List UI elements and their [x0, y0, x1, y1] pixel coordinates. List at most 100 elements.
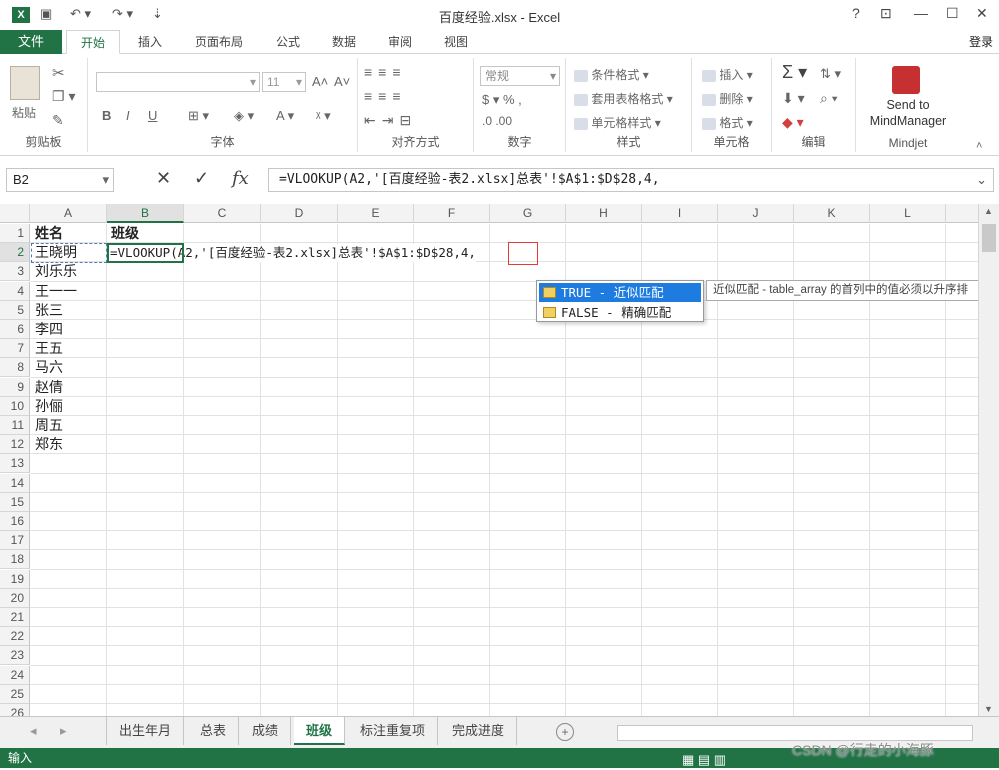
tab-page-layout[interactable]: 页面布局 [186, 30, 252, 54]
column-header-d[interactable]: D [261, 204, 338, 223]
select-all-corner[interactable] [0, 204, 30, 223]
row-header-5[interactable]: 5 [0, 300, 30, 320]
sheet-tab-birth[interactable]: 出生年月 [106, 717, 185, 745]
mindmanager-icon[interactable] [892, 66, 920, 94]
font-size-select[interactable]: 11 ▾ [262, 72, 306, 92]
row-header-1[interactable]: 1 [0, 224, 30, 243]
phonetic-icon[interactable]: ᵡ ▾ [316, 108, 331, 124]
scroll-up-icon[interactable]: ▲ [984, 206, 993, 216]
column-header-c[interactable]: C [184, 204, 261, 223]
autosum-icon[interactable]: Σ ▾ [782, 62, 807, 83]
row-header-7[interactable]: 7 [0, 339, 30, 359]
row-header-8[interactable]: 8 [0, 358, 30, 378]
file-tab[interactable]: 文件 [0, 30, 62, 54]
insert-function-icon[interactable]: fx [232, 168, 249, 189]
formula-input[interactable]: =VLOOKUP(A2,'[百度经验-表2.xlsx]总表'!$A$1:$D$2… [268, 168, 994, 192]
column-header-i[interactable]: I [642, 204, 718, 223]
vertical-scrollbar[interactable]: ▲ ▼ [978, 204, 999, 716]
row-header-21[interactable]: 21 [0, 608, 30, 627]
sort-filter-icon[interactable]: ⇅ ▾ [820, 66, 841, 82]
format-cells-button[interactable]: 格式 ▾ [702, 114, 753, 131]
tab-formulas[interactable]: 公式 [266, 30, 310, 54]
font-name-select[interactable]: ▾ [96, 72, 260, 92]
autocomplete-option-true[interactable]: TRUE - 近似匹配 [539, 283, 701, 302]
row-header-16[interactable]: 16 [0, 512, 30, 531]
row-header-26[interactable]: 26 [0, 704, 30, 716]
borders-icon[interactable]: ⊞ ▾ [188, 108, 209, 124]
paste-icon[interactable] [10, 66, 40, 100]
expand-formula-icon[interactable]: ⌄ [976, 169, 987, 191]
fill-color-icon[interactable]: ◈ ▾ [234, 108, 254, 124]
column-header-h[interactable]: H [566, 204, 642, 223]
insert-cells-button[interactable]: 插入 ▾ [702, 66, 753, 83]
name-cell[interactable]: 王一一 [32, 282, 77, 301]
row-header-10[interactable]: 10 [0, 396, 30, 416]
row-header-19[interactable]: 19 [0, 569, 30, 589]
scroll-down-icon[interactable]: ▼ [984, 704, 993, 714]
find-select-icon[interactable]: ⌕ ▾ [820, 90, 838, 107]
name-cell[interactable]: 刘乐乐 [32, 262, 77, 281]
name-cell[interactable]: 马六 [32, 358, 63, 377]
row-header-22[interactable]: 22 [0, 627, 30, 647]
tab-review[interactable]: 审阅 [378, 30, 422, 54]
scroll-thumb[interactable] [982, 224, 996, 252]
row-header-18[interactable]: 18 [0, 550, 30, 570]
shrink-font-button[interactable]: A˅ [334, 74, 350, 89]
column-header-b[interactable]: B [107, 204, 184, 223]
vertical-align-icons[interactable]: ≡≡≡ [364, 64, 407, 80]
grow-font-button[interactable]: A˄ [312, 74, 328, 89]
add-sheet-button[interactable]: + [556, 723, 574, 741]
tab-view[interactable]: 视图 [434, 30, 478, 54]
number-format-select[interactable]: 常规 ▾ [480, 66, 560, 86]
enter-icon[interactable]: ✓ [194, 168, 209, 189]
decimal-icons[interactable]: .0 .00 [482, 114, 512, 128]
name-cell[interactable]: 李四 [32, 320, 63, 339]
send-to-label[interactable]: Send to [856, 98, 960, 112]
login-link[interactable]: 登录 [969, 30, 993, 54]
paste-label[interactable]: 粘贴 [12, 104, 36, 121]
column-header-l[interactable]: L [870, 204, 946, 223]
cut-icon[interactable]: ✂ [52, 64, 65, 82]
font-color-icon[interactable]: A ▾ [276, 108, 294, 124]
row-header-11[interactable]: 11 [0, 416, 30, 435]
sheet-tab-class[interactable]: 班级 [294, 717, 346, 745]
next-sheet-icon[interactable]: ▸ [60, 723, 67, 739]
row-header-23[interactable]: 23 [0, 646, 30, 666]
minimize-button[interactable]: — [914, 5, 928, 21]
name-cell[interactable]: 周五 [32, 416, 63, 435]
fill-icon[interactable]: ⬇ ▾ [782, 90, 805, 107]
row-header-9[interactable]: 9 [0, 377, 30, 397]
underline-button[interactable]: U [148, 108, 157, 123]
format-painter-icon[interactable]: ✎ [52, 112, 64, 129]
column-header-j[interactable]: J [718, 204, 794, 223]
column-header-a[interactable]: A [30, 204, 107, 223]
row-header-12[interactable]: 12 [0, 435, 30, 455]
tab-data[interactable]: 数据 [322, 30, 366, 54]
horizontal-align-icons[interactable]: ≡≡≡ [364, 88, 407, 104]
row-header-2[interactable]: 2 [0, 243, 30, 263]
autocomplete-option-false[interactable]: FALSE - 精确匹配 [539, 303, 701, 322]
column-header-e[interactable]: E [338, 204, 414, 223]
sheet-tab-duplicates[interactable]: 标注重复项 [348, 717, 439, 745]
close-button[interactable]: ✕ [976, 5, 988, 22]
conditional-format-button[interactable]: 条件格式 ▾ [574, 66, 649, 83]
bold-button[interactable]: B [102, 108, 111, 123]
delete-cells-button[interactable]: 删除 ▾ [702, 90, 753, 107]
name-cell[interactable]: 郑东 [32, 435, 63, 454]
sheet-tab-progress[interactable]: 完成进度 [440, 717, 518, 745]
sheet-tab-grades[interactable]: 成绩 [240, 717, 292, 745]
prev-sheet-icon[interactable]: ◂ [30, 723, 37, 739]
name-box[interactable]: B2 ▾ [6, 168, 114, 192]
maximize-button[interactable]: ☐ [946, 5, 959, 22]
view-buttons[interactable]: ▦ ▤ ▥ [682, 750, 726, 770]
column-header-k[interactable]: K [794, 204, 870, 223]
ribbon-display-button[interactable]: ⊡ [880, 5, 892, 22]
name-cell[interactable]: 孙俪 [32, 397, 63, 416]
cell-b1[interactable]: 班级 [108, 224, 139, 243]
row-header-24[interactable]: 24 [0, 665, 30, 685]
format-as-table-button[interactable]: 套用表格格式 ▾ [574, 90, 673, 107]
row-header-25[interactable]: 25 [0, 684, 30, 704]
row-header-20[interactable]: 20 [0, 588, 30, 608]
name-cell[interactable]: 王五 [32, 339, 63, 358]
row-header-14[interactable]: 14 [0, 473, 30, 493]
